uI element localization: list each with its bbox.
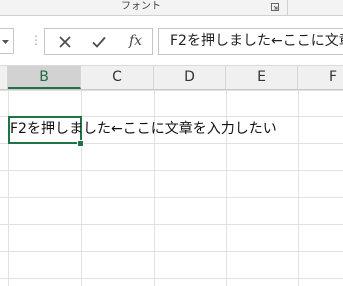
- column-header-partial-a[interactable]: [0, 66, 8, 89]
- font-group-label: フォント: [121, 1, 161, 12]
- column-header-c[interactable]: C: [81, 66, 154, 89]
- grid-line: [0, 278, 343, 279]
- grid-line: [0, 224, 343, 225]
- column-header-f[interactable]: F: [298, 66, 343, 89]
- column-headers: B C D E F: [0, 66, 343, 90]
- formula-input[interactable]: F2を押しました←ここに文章を入力したい: [158, 28, 343, 55]
- ribbon-separator: [287, 0, 288, 16]
- name-box[interactable]: [0, 28, 14, 54]
- formula-bar-grip-icon[interactable]: ⋮: [30, 30, 42, 50]
- enter-check-icon[interactable]: [91, 34, 107, 50]
- column-header-e[interactable]: E: [226, 66, 298, 89]
- grid-line: [0, 90, 343, 91]
- cancel-icon[interactable]: [57, 34, 73, 50]
- chevron-down-icon[interactable]: [1, 39, 10, 45]
- column-header-d[interactable]: D: [154, 66, 226, 89]
- grid-line: [0, 251, 343, 252]
- formula-buttons: fx: [44, 28, 153, 55]
- ribbon-font-group: フォント: [0, 0, 343, 16]
- column-header-b[interactable]: B: [8, 66, 81, 89]
- worksheet-grid[interactable]: F2を押しました←ここに文章を入力したい: [0, 90, 343, 286]
- dialog-launcher-icon[interactable]: [271, 3, 279, 11]
- grid-line: [0, 197, 343, 198]
- grid-line: [298, 90, 299, 286]
- grid-line: [0, 170, 343, 171]
- fill-handle[interactable]: [77, 140, 84, 147]
- insert-function-icon[interactable]: fx: [129, 32, 142, 50]
- formula-bar: ⋮ fx F2を押しました←ここに文章を入力したい: [0, 16, 343, 66]
- cell-b2-value: F2を押しました←ここに文章を入力したい: [10, 121, 277, 137]
